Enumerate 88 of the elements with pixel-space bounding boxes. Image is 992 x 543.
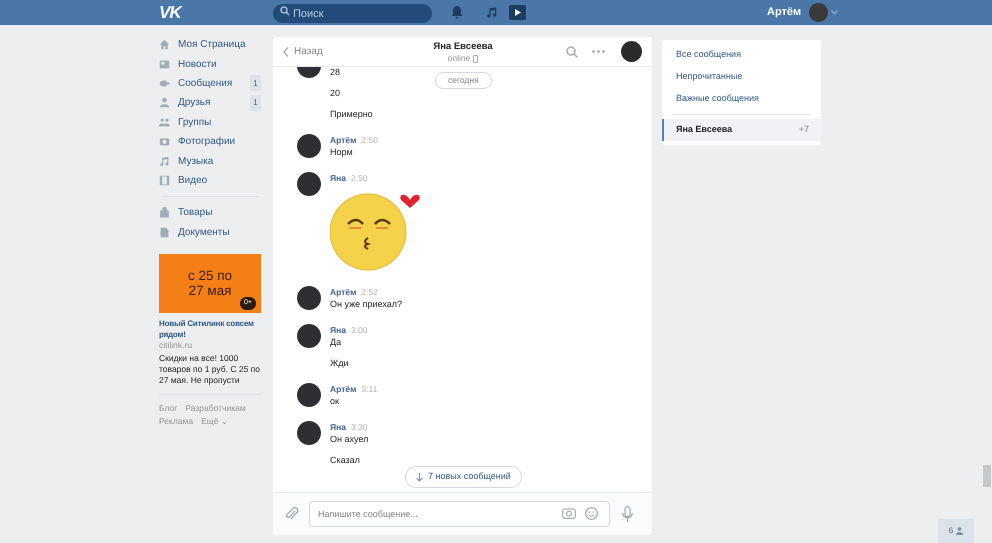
- back-button[interactable]: Назад: [283, 44, 323, 59]
- music-note-icon: [486, 6, 498, 19]
- camera-icon: [562, 507, 576, 519]
- new-messages-button[interactable]: 7 новых сообщений: [405, 466, 522, 488]
- music-note-icon: [159, 156, 170, 167]
- microphone-icon: [622, 506, 633, 522]
- filter-item[interactable]: Все сообщения: [662, 44, 821, 66]
- message-input[interactable]: Напишите сообщение...: [309, 501, 610, 527]
- ad-domain: citilink.ru: [159, 340, 194, 351]
- message-time: 2:50: [350, 172, 368, 185]
- sidebar-item[interactable]: Документы: [159, 222, 261, 242]
- author-name[interactable]: Артём: [330, 134, 356, 147]
- count-badge: 1: [250, 94, 261, 111]
- date-pill: сегодня: [435, 72, 492, 89]
- sidebar-item[interactable]: Видео: [159, 170, 261, 190]
- sidebar-item[interactable]: Новости: [159, 54, 261, 74]
- caret-icon: [831, 10, 838, 15]
- author-name[interactable]: Яна: [330, 421, 346, 434]
- smiley-icon: [585, 507, 598, 520]
- sidebar-item[interactable]: Группы: [159, 112, 261, 132]
- home-icon: [159, 39, 170, 50]
- search-field[interactable]: Поиск: [273, 4, 432, 23]
- avatar[interactable]: [297, 421, 321, 445]
- message-time: 2:50: [361, 134, 378, 147]
- message-text: Да: [330, 336, 342, 348]
- message-time: 2:52: [361, 286, 378, 299]
- bell-icon: [451, 6, 463, 19]
- logo[interactable]: VK: [159, 0, 183, 26]
- message-text: Сказал: [330, 454, 361, 466]
- ad-text: Скидки на все! 1000 товаров по 1 руб. С 25 по 27 мая. Не пропусти: [159, 352, 261, 386]
- sidebar-item[interactable]: Фотографии: [159, 132, 261, 152]
- arrow-down-icon: [416, 472, 423, 482]
- phone-icon: [473, 54, 478, 62]
- chevron-left-icon: [283, 46, 289, 56]
- sidebar-item[interactable]: Музыка: [159, 151, 261, 171]
- author-name[interactable]: Яна: [330, 324, 346, 337]
- bag-icon: [159, 207, 170, 218]
- avatar[interactable]: [297, 324, 321, 348]
- filter-item[interactable]: Важные сообщения: [662, 88, 821, 110]
- message-text: 28: [330, 67, 342, 78]
- unread-count: +7: [798, 123, 809, 136]
- contact-avatar[interactable]: [621, 41, 642, 62]
- message-text: Жди: [330, 357, 350, 369]
- camera-icon: [159, 136, 170, 148]
- banner-text: с 25 по 27 мая: [186, 268, 234, 298]
- message-text: Норм: [330, 146, 354, 158]
- person-icon: [159, 97, 170, 108]
- sidebar-item[interactable]: Моя Страница: [159, 35, 261, 54]
- message-text: 20: [330, 87, 342, 99]
- more-icon: [592, 50, 605, 53]
- avatar[interactable]: [297, 286, 321, 310]
- user-avatar[interactable]: [809, 3, 828, 22]
- sidebar-item[interactable]: Товары: [159, 203, 261, 223]
- speech-bubble-icon: [159, 78, 170, 89]
- message-text: Он уже приехал?: [330, 298, 402, 310]
- conversation-name: Яна Евсеева: [676, 123, 732, 136]
- message-time: 3:00: [350, 324, 368, 337]
- contact-name: Яна Евсеева: [433, 41, 493, 53]
- newspaper-icon: [159, 58, 170, 70]
- author-name[interactable]: Яна: [330, 172, 346, 185]
- author-name[interactable]: Артём: [330, 383, 356, 396]
- avatar[interactable]: [297, 172, 321, 196]
- message-time: 3:11: [361, 383, 378, 396]
- sidebar-item[interactable]: Друзья 1: [159, 93, 261, 113]
- online-status: online: [448, 53, 470, 64]
- person-icon: [956, 527, 964, 535]
- ad-title[interactable]: Новый Ситилинк совсем рядом!: [159, 318, 261, 340]
- avatar[interactable]: [297, 383, 321, 407]
- paperclip-icon: [285, 506, 299, 522]
- message-text: Он ахуел: [330, 433, 368, 445]
- message-text: Примерно: [330, 108, 373, 120]
- friends-online-button[interactable]: 6: [938, 519, 974, 543]
- sidebar-item[interactable]: Сообщения 1: [159, 74, 261, 94]
- message-text: ок: [330, 395, 340, 407]
- search-icon: [566, 46, 578, 58]
- play-icon: [509, 5, 526, 20]
- author-name[interactable]: Артём: [330, 286, 356, 299]
- search-icon: [280, 6, 290, 16]
- avatar[interactable]: [297, 134, 321, 158]
- message-time: 3:30: [350, 421, 368, 434]
- conversation-item[interactable]: Яна Евсеева +7: [662, 119, 821, 141]
- scrollbar-thumb[interactable]: [983, 465, 991, 487]
- film-icon: [159, 174, 170, 186]
- document-icon: [159, 226, 170, 238]
- count-badge: 1: [250, 75, 261, 92]
- filter-item[interactable]: Непрочитанные: [662, 66, 821, 88]
- user-name[interactable]: Артём: [767, 4, 802, 21]
- people-icon: [159, 116, 170, 128]
